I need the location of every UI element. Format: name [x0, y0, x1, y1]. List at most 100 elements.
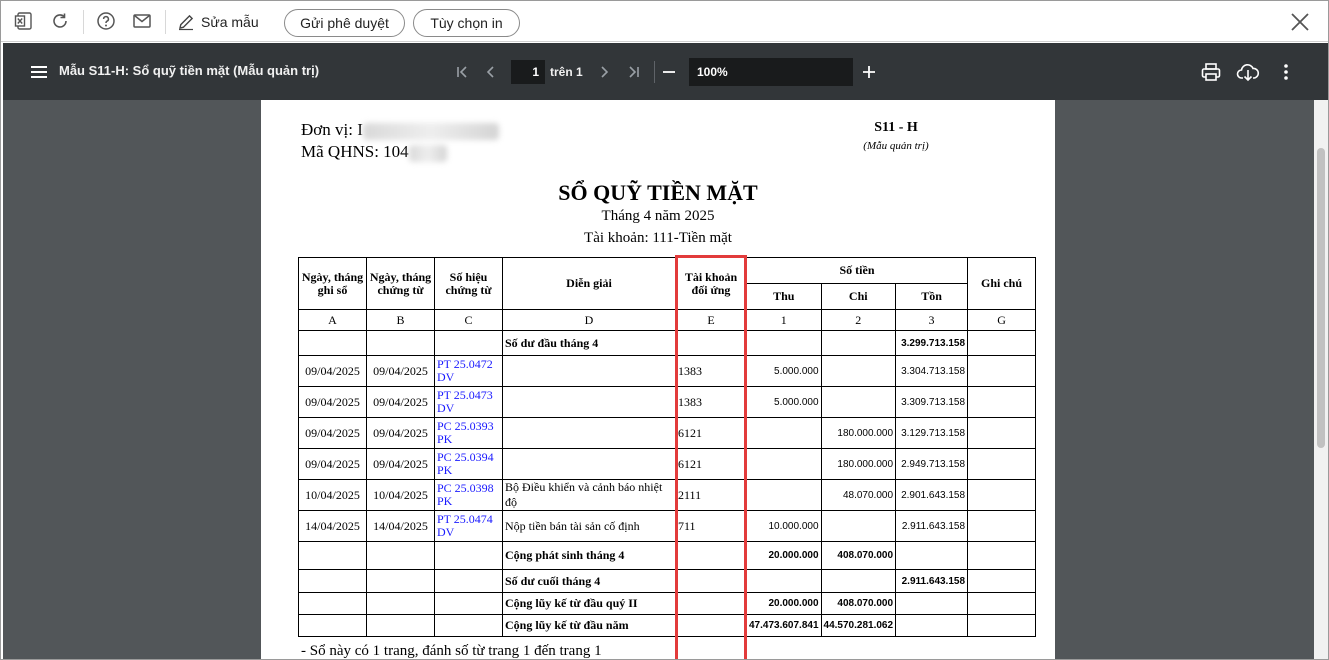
- last-page-icon[interactable]: [622, 60, 646, 84]
- edit-template-button[interactable]: Sửa mẫu: [177, 11, 259, 33]
- balance-amount-cell: 3.304.713.158: [895, 355, 969, 387]
- payment-amount-cell: [820, 355, 897, 387]
- viewer-divider: [654, 61, 655, 83]
- payment-amount-cell: 48.070.000: [820, 479, 897, 511]
- first-page-icon[interactable]: [450, 60, 474, 84]
- record-date-cell: 14/04/2025: [298, 510, 367, 542]
- header-note: Ghi chú: [967, 257, 1037, 310]
- description-cell: [502, 417, 676, 449]
- receipt-amount-cell: 5.000.000: [746, 355, 822, 387]
- payment-amount-cell: 180.000.000: [820, 448, 897, 480]
- year-total-payment: 44.570.281.062: [820, 614, 897, 637]
- note-cell: [967, 386, 1037, 418]
- qhns-value: 104: [383, 142, 409, 161]
- zoom-input[interactable]: 100%: [689, 58, 853, 86]
- print-options-button[interactable]: Tùy chọn in: [413, 9, 520, 37]
- zoom-in-icon[interactable]: [857, 60, 881, 84]
- column-code: G: [967, 309, 1037, 331]
- description-cell: [502, 355, 676, 387]
- ledger-row: 14/04/2025 14/04/2025 PT 25.0474 DV Nộp tiề…: [298, 510, 1037, 542]
- scrollbar-thumb[interactable]: [1317, 148, 1325, 448]
- vertical-scrollbar[interactable]: [1314, 100, 1328, 659]
- help-icon[interactable]: [95, 10, 117, 32]
- excel-export-icon[interactable]: [13, 10, 35, 32]
- balance-amount-cell: 2.901.643.158: [895, 479, 969, 511]
- quarter-total-payment: 408.070.000: [820, 592, 897, 615]
- pencil-icon: [179, 14, 194, 31]
- voucher-number-cell[interactable]: PC 25.0398 PK: [434, 479, 503, 511]
- closing-balance-value: 2.911.643.158: [895, 569, 969, 593]
- month-total-label: Cộng phát sinh tháng 4: [502, 541, 676, 570]
- year-total-label: Cộng lũy kế từ đầu năm: [502, 614, 676, 637]
- cash-ledger-table: Ngày, tháng ghi sổ Ngày, tháng chứng từ …: [298, 257, 1037, 637]
- receipt-amount-cell: [746, 479, 822, 511]
- ledger-rows: 09/04/2025 09/04/2025 PT 25.0472 DV 1383 5.0…: [298, 355, 1037, 542]
- header-balance: Tồn: [895, 283, 969, 310]
- record-date-cell: 10/04/2025: [298, 479, 367, 511]
- receipt-amount-cell: [746, 448, 822, 480]
- column-code: D: [502, 309, 676, 331]
- previous-page-icon[interactable]: [479, 60, 503, 84]
- voucher-date-cell: 09/04/2025: [366, 355, 435, 387]
- payment-amount-cell: [820, 386, 897, 418]
- document-heading: SỔ QUỸ TIỀN MẶT: [558, 180, 758, 205]
- form-note: (Mẫu quản trị): [863, 140, 929, 152]
- quarter-total-label: Cộng lũy kế từ đầu quý II: [502, 592, 676, 615]
- document-page: Đơn vị: I Mã QHNS: 104 S11 - H (Mẫu quản…: [261, 100, 1055, 659]
- note-cell: [967, 417, 1037, 449]
- redacted-qhns-code: [408, 144, 447, 162]
- voucher-date-cell: 10/04/2025: [366, 479, 435, 511]
- balance-amount-cell: 2.911.643.158: [895, 510, 969, 542]
- voucher-number-cell[interactable]: PC 25.0393 PK: [434, 417, 503, 449]
- form-code: S11 - H: [874, 120, 918, 135]
- voucher-date-cell: 09/04/2025: [366, 386, 435, 418]
- zoom-out-icon[interactable]: [657, 60, 681, 84]
- header-voucher-date: Ngày, tháng chứng từ: [366, 257, 435, 310]
- description-cell: [502, 386, 676, 418]
- send-approval-button[interactable]: Gửi phê duyệt: [284, 9, 405, 37]
- voucher-date-cell: 09/04/2025: [366, 417, 435, 449]
- refresh-icon[interactable]: [49, 10, 71, 32]
- description-cell: [502, 448, 676, 480]
- voucher-number-cell[interactable]: PT 25.0473 DV: [434, 386, 503, 418]
- email-icon[interactable]: [131, 10, 153, 32]
- report-period: Tháng 4 năm 2025: [601, 208, 715, 224]
- closing-balance-row: Số dư cuối tháng 4 2.911.643.158: [298, 569, 1037, 593]
- description-cell: Bộ Điều khiển và cảnh báo nhiệt độ: [502, 479, 676, 511]
- page-number-input[interactable]: 1: [511, 60, 545, 84]
- column-code: E: [675, 309, 747, 331]
- print-icon[interactable]: [1199, 60, 1223, 84]
- ledger-row: 09/04/2025 09/04/2025 PT 25.0473 DV 1383 5.0…: [298, 386, 1037, 418]
- record-date-cell: 09/04/2025: [298, 355, 367, 387]
- menu-icon[interactable]: [27, 60, 51, 84]
- contra-account-cell: 2111: [675, 479, 747, 511]
- page-count-label: trên 1: [550, 65, 583, 79]
- close-icon[interactable]: [1288, 10, 1312, 34]
- month-total-receipt: 20.000.000: [746, 541, 822, 570]
- month-total-row: Cộng phát sinh tháng 4 20.000.000 408.07…: [298, 541, 1037, 570]
- column-code: B: [366, 309, 435, 331]
- toolbar-divider: [83, 10, 84, 34]
- next-page-icon[interactable]: [592, 60, 616, 84]
- footnote: - Sổ này có 1 trang, đánh số từ trang 1 …: [301, 643, 602, 659]
- column-code: 1: [746, 309, 822, 331]
- download-icon[interactable]: [1236, 60, 1260, 84]
- description-cell: Nộp tiền bán tài sản cố định: [502, 510, 676, 542]
- quarter-total-row: Cộng lũy kế từ đầu quý II 20.000.000 408…: [298, 592, 1037, 615]
- quarter-total-receipt: 20.000.000: [746, 592, 822, 615]
- column-code: C: [434, 309, 503, 331]
- receipt-amount-cell: 10.000.000: [746, 510, 822, 542]
- more-options-icon[interactable]: [1274, 60, 1298, 84]
- ledger-row: 10/04/2025 10/04/2025 PC 25.0398 PK Bộ Điều…: [298, 479, 1037, 511]
- top-toolbar: Sửa mẫu Gửi phê duyệt Tùy chọn in: [1, 1, 1328, 42]
- note-cell: [967, 510, 1037, 542]
- balance-amount-cell: 3.309.713.158: [895, 386, 969, 418]
- opening-balance-label: Số dư đầu tháng 4: [502, 330, 676, 356]
- header-contra-account: Tài khoản đối ứng: [675, 257, 747, 310]
- voucher-number-cell[interactable]: PT 25.0474 DV: [434, 510, 503, 542]
- column-code: 2: [820, 309, 897, 331]
- voucher-number-cell[interactable]: PT 25.0472 DV: [434, 355, 503, 387]
- record-date-cell: 09/04/2025: [298, 448, 367, 480]
- voucher-number-cell[interactable]: PC 25.0394 PK: [434, 448, 503, 480]
- header-description: Diễn giải: [502, 257, 676, 310]
